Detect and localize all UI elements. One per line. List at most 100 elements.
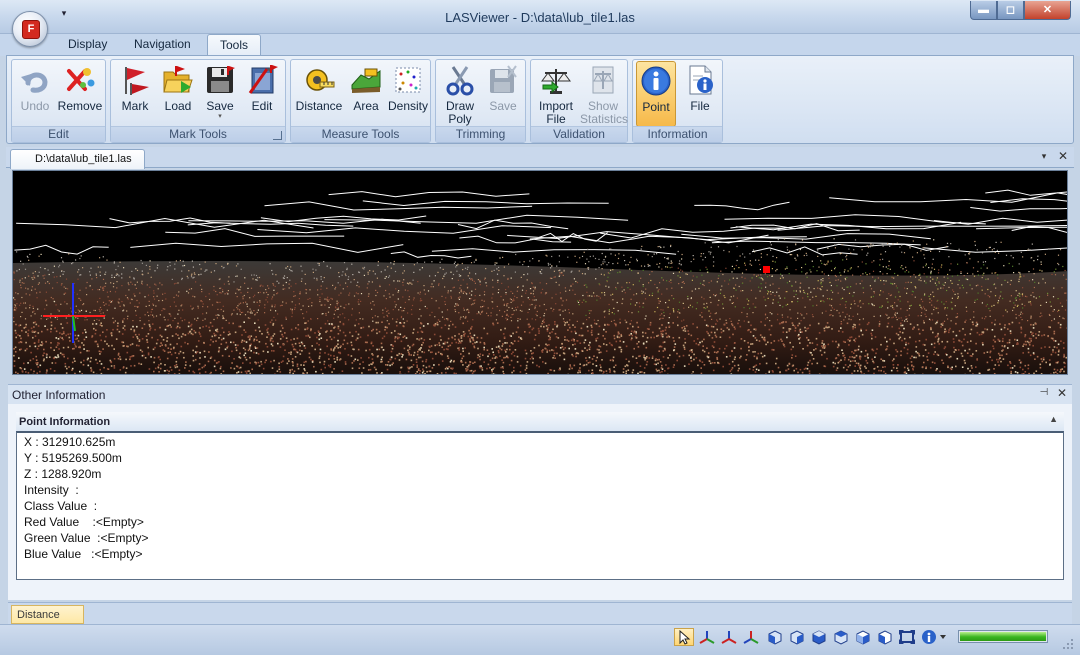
view-right-icon[interactable]	[831, 628, 851, 646]
import-file-label: Import File	[538, 99, 573, 126]
other-information-panel: Point Information ▲ X : 312910.625m Y : …	[8, 404, 1072, 600]
other-information-panel-header: Other Information ⊣ ✕	[8, 384, 1072, 404]
save-trim-button[interactable]: Save	[483, 61, 523, 127]
group-label-validation: Validation	[531, 126, 627, 142]
load-button[interactable]: Load	[158, 61, 198, 127]
group-trimming: Draw Poly Save Trimming	[435, 59, 526, 143]
point-y-value: Y : 5195269.500m	[24, 451, 122, 465]
save-dropdown-icon[interactable]: ▾	[200, 113, 240, 121]
ribbon-panel: Undo Remove Edit Mark Load Save ▾ Edit M…	[6, 55, 1074, 144]
group-label-trimming: Trimming	[436, 126, 525, 142]
density-label: Density	[387, 99, 428, 113]
file-info-button[interactable]: File	[680, 61, 720, 127]
app-logo-icon: F	[22, 20, 40, 39]
info-dropdown-button[interactable]	[919, 628, 949, 646]
info-point-icon	[639, 64, 673, 98]
panel-title: Other Information	[12, 388, 106, 402]
area-label: Area	[353, 99, 379, 113]
point-intensity-value: Intensity :	[24, 483, 79, 497]
group-label-mark-tools: Mark Tools	[111, 126, 285, 142]
view-left-icon[interactable]	[809, 628, 829, 646]
point-cloud-viewport[interactable]	[12, 170, 1068, 375]
point-blue-value: Blue Value :<Empty>	[24, 547, 143, 561]
point-cloud-canvas[interactable]	[13, 171, 1068, 375]
group-measure-tools: Distance Area Density Measure Tools	[290, 59, 431, 143]
edit-marks-icon	[245, 63, 279, 97]
density-grid-icon	[391, 63, 425, 97]
group-label-edit: Edit	[12, 126, 105, 142]
application-menu-button[interactable]: F	[12, 11, 48, 47]
group-mark-tools: Mark Load Save ▾ Edit Mark Tools	[110, 59, 286, 143]
close-button[interactable]: ✕	[1024, 1, 1071, 20]
undo-button[interactable]: Undo	[15, 61, 55, 127]
group-label-information: Information	[633, 126, 722, 142]
point-x-value: X : 312910.625m	[24, 435, 116, 449]
progress-bar	[958, 630, 1048, 643]
save-trim-icon	[486, 63, 520, 97]
bottom-tab-strip: Distance	[8, 602, 1072, 624]
tab-tools[interactable]: Tools	[207, 34, 262, 56]
file-info-label: File	[690, 99, 710, 113]
view-bottom-icon[interactable]	[875, 628, 895, 646]
distance-label: Distance	[295, 99, 343, 113]
show-statistics-label: Show Statistics	[580, 99, 629, 126]
save-marks-label: Save	[206, 99, 234, 113]
point-class-value: Class Value :	[24, 499, 98, 513]
minimize-button[interactable]: ▬	[970, 1, 997, 20]
mark-tools-launcher-icon[interactable]	[273, 131, 282, 140]
view-back-icon[interactable]	[787, 628, 807, 646]
distance-button[interactable]: Distance	[293, 61, 345, 127]
import-scale-icon	[539, 63, 573, 97]
density-button[interactable]: Density	[387, 61, 429, 127]
selected-point-marker	[763, 266, 770, 273]
save-trim-label: Save	[489, 99, 517, 113]
draw-poly-button[interactable]: Draw Poly	[439, 61, 481, 127]
mark-button[interactable]: Mark	[114, 61, 156, 127]
point-info-button[interactable]: Point	[636, 61, 676, 127]
tab-navigation[interactable]: Navigation	[122, 34, 203, 56]
group-validation: Import File Show Statistics Validation	[530, 59, 628, 143]
area-button[interactable]: Area	[346, 61, 386, 127]
view-front-icon[interactable]	[765, 628, 785, 646]
show-statistics-button[interactable]: Show Statistics	[580, 61, 629, 127]
view-top-icon[interactable]	[853, 628, 873, 646]
document-close-icon[interactable]: ✕	[1056, 149, 1070, 163]
remove-button[interactable]: Remove	[57, 61, 103, 127]
fit-extent-icon[interactable]	[897, 628, 917, 646]
point-information-title: Point Information	[19, 416, 111, 428]
window-title: LASViewer - D:\data\lub_tile1.las	[445, 10, 635, 25]
pin-icon[interactable]: ⊣	[1038, 387, 1050, 398]
mark-label: Mark	[121, 99, 149, 113]
point-information-header[interactable]: Point Information ▲	[16, 412, 1064, 431]
folder-open-icon	[161, 63, 195, 97]
point-red-value: Red Value :<Empty>	[24, 515, 144, 529]
point-green-value: Green Value :<Empty>	[24, 531, 149, 545]
statistics-icon	[586, 63, 620, 97]
document-tab[interactable]: D:\data\lub_tile1.las	[10, 149, 145, 169]
ribbon-tab-strip: Display Navigation Tools	[0, 34, 1080, 56]
save-marks-button[interactable]: Save ▾	[200, 61, 240, 127]
document-tab-strip: D:\data\lub_tile1.las ▾ ✕	[6, 147, 1074, 169]
tab-distance[interactable]: Distance	[11, 605, 84, 624]
select-arrow-icon[interactable]	[674, 628, 694, 646]
document-list-dropdown-icon[interactable]: ▾	[1038, 151, 1050, 163]
scissors-icon	[443, 63, 477, 97]
panel-close-icon[interactable]: ✕	[1056, 386, 1068, 400]
axis-x-icon[interactable]	[697, 628, 717, 646]
tab-display[interactable]: Display	[56, 34, 119, 56]
undo-label: Undo	[20, 99, 50, 113]
resize-grip-icon[interactable]	[1062, 638, 1074, 650]
edit-marks-label: Edit	[251, 99, 273, 113]
axis-z-icon[interactable]	[741, 628, 761, 646]
edit-marks-button[interactable]: Edit	[242, 61, 282, 127]
file-info-icon	[683, 63, 717, 97]
load-label: Load	[164, 99, 192, 113]
remove-icon	[63, 63, 97, 97]
import-file-button[interactable]: Import File	[533, 61, 579, 127]
collapse-icon[interactable]: ▲	[1049, 414, 1058, 424]
floppy-disk-icon	[203, 63, 237, 97]
axis-y-icon[interactable]	[719, 628, 739, 646]
point-information-box: X : 312910.625m Y : 5195269.500m Z : 128…	[16, 431, 1064, 580]
maximize-button[interactable]: ◻	[997, 1, 1024, 20]
group-information: Point File Information	[632, 59, 723, 143]
